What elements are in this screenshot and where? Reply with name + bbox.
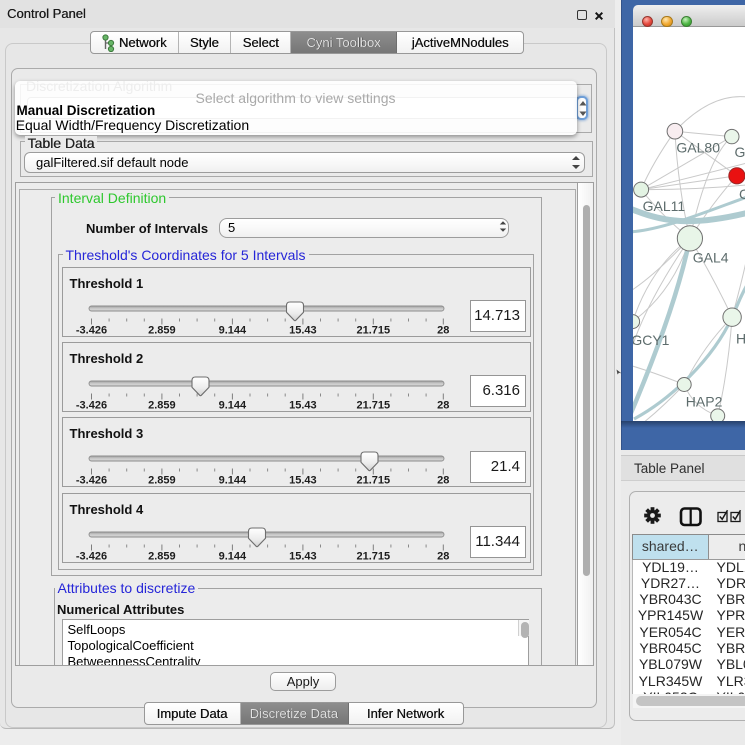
svg-text:9.144: 9.144 <box>219 550 247 562</box>
svg-text:21.715: 21.715 <box>356 324 390 336</box>
svg-text:28: 28 <box>437 550 449 562</box>
svg-text:21.715: 21.715 <box>356 550 390 562</box>
svg-text:2.859: 2.859 <box>148 324 176 336</box>
svg-text:GAL80: GAL80 <box>676 140 720 156</box>
svg-text:C: C <box>739 186 745 202</box>
svg-text:GCY1: GCY1 <box>633 332 670 348</box>
svg-text:9.144: 9.144 <box>219 399 247 411</box>
svg-text:-3.426: -3.426 <box>76 324 107 336</box>
svg-text:28: 28 <box>437 475 449 487</box>
svg-text:HAP2: HAP2 <box>686 394 723 410</box>
svg-text:2.859: 2.859 <box>148 475 176 487</box>
svg-text:15.43: 15.43 <box>289 550 317 562</box>
svg-text:H: H <box>736 331 745 347</box>
svg-text:-3.426: -3.426 <box>76 550 107 562</box>
svg-text:GAL4: GAL4 <box>693 250 729 266</box>
svg-text:-3.426: -3.426 <box>76 475 107 487</box>
svg-text:15.43: 15.43 <box>289 399 317 411</box>
svg-text:G.: G. <box>735 144 745 160</box>
svg-text:28: 28 <box>437 324 449 336</box>
svg-text:9.144: 9.144 <box>219 475 247 487</box>
svg-text:21.715: 21.715 <box>356 475 390 487</box>
svg-text:-3.426: -3.426 <box>76 399 107 411</box>
svg-text:21.715: 21.715 <box>356 399 390 411</box>
svg-text:2.859: 2.859 <box>148 399 176 411</box>
svg-text:28: 28 <box>437 399 449 411</box>
svg-text:9.144: 9.144 <box>219 324 247 336</box>
svg-text:15.43: 15.43 <box>289 475 317 487</box>
svg-text:2.859: 2.859 <box>148 550 176 562</box>
svg-text:GAL11: GAL11 <box>643 198 686 214</box>
svg-text:15.43: 15.43 <box>289 324 317 336</box>
